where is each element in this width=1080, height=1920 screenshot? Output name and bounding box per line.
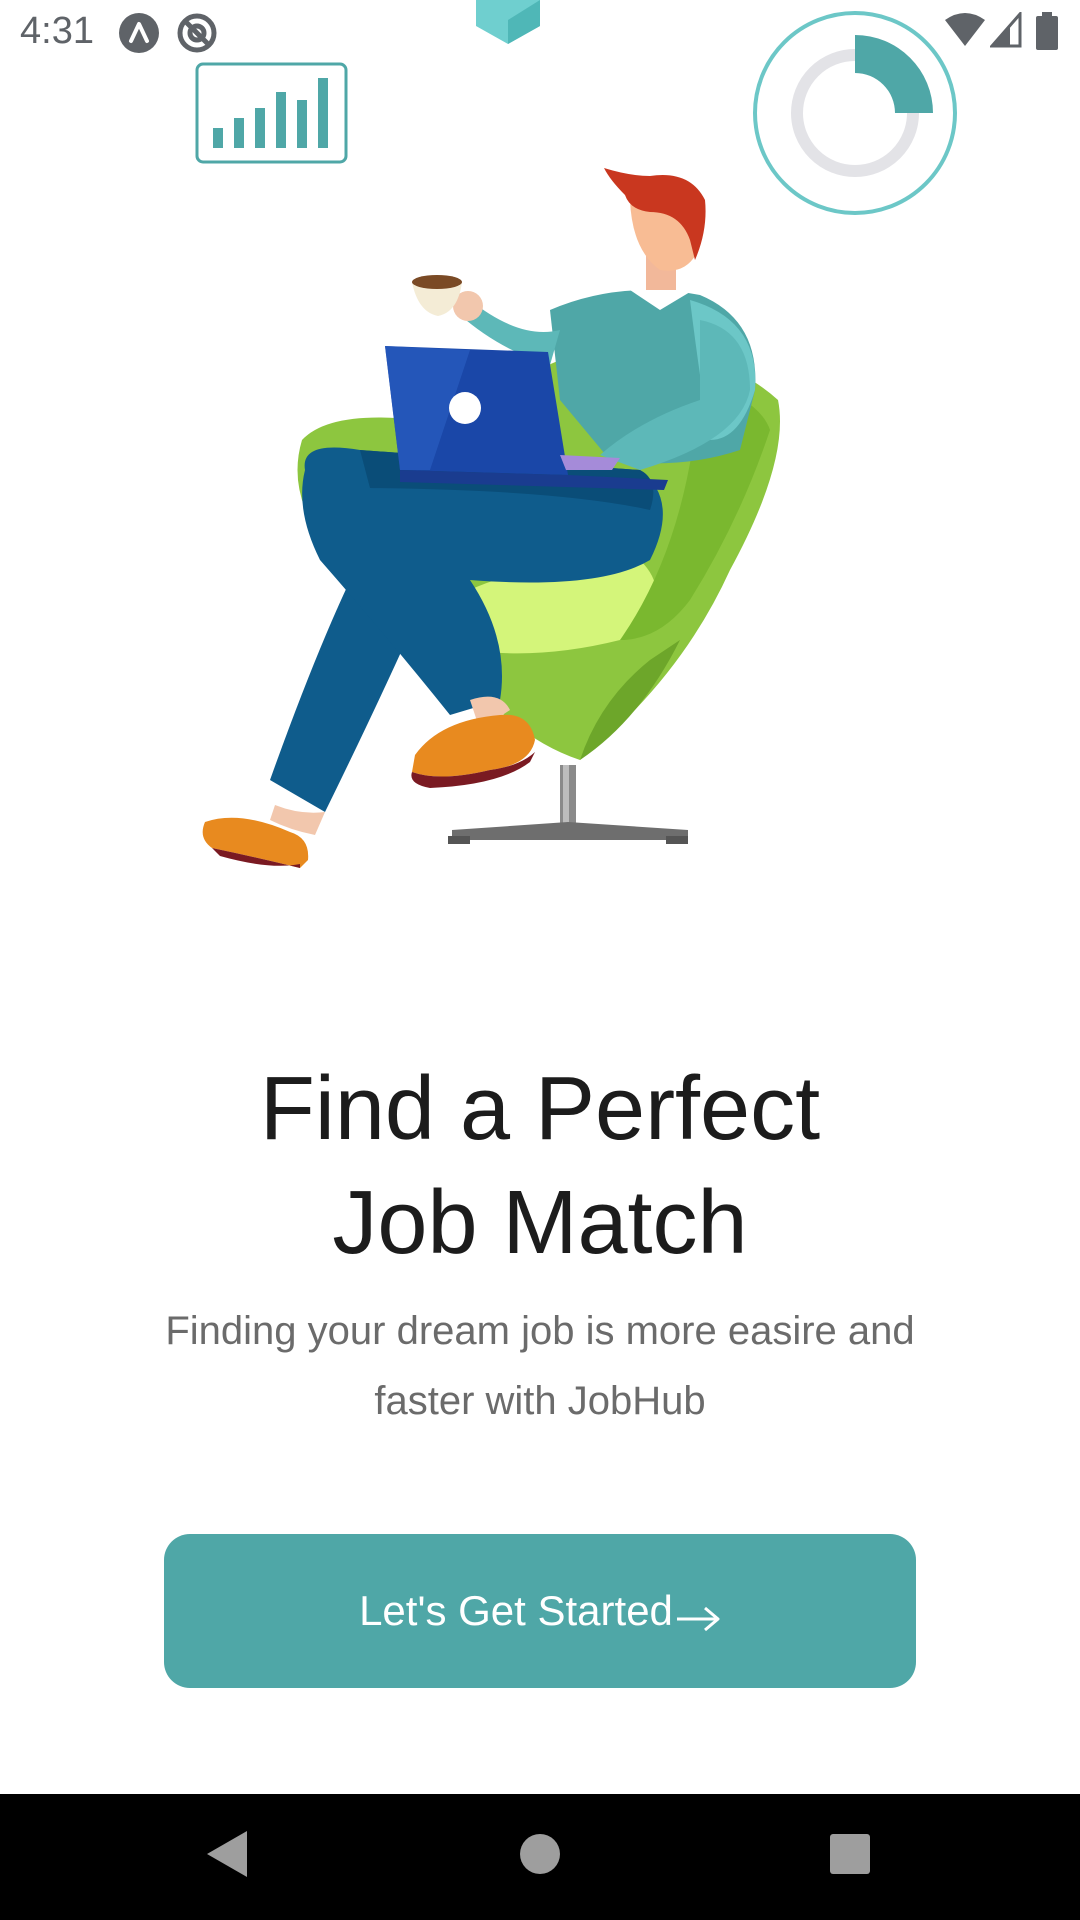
- arrow-right-icon: [675, 1596, 721, 1632]
- system-nav-bar: [0, 1794, 1080, 1920]
- recents-icon[interactable]: [820, 1824, 880, 1884]
- bar-chart-card: [195, 62, 348, 164]
- cube-decoration: [476, 0, 540, 44]
- get-started-label: Let's Get Started: [359, 1587, 673, 1634]
- progress-ring-decoration: [753, 11, 957, 215]
- headline-line-1: Find a Perfect: [259, 1059, 821, 1159]
- hero-illustration: [0, 0, 1080, 900]
- get-started-button[interactable]: Let's Get Started: [164, 1534, 916, 1688]
- headline-line-2: Job Match: [332, 1173, 748, 1273]
- onboarding-screen: 4:31 Find a Perfect Job Match Finding yo…: [0, 0, 1080, 1920]
- head: [604, 168, 706, 290]
- onboarding-subtitle: Finding your dream job is more easire an…: [165, 1309, 915, 1423]
- back-icon[interactable]: [196, 1824, 256, 1884]
- home-icon[interactable]: [510, 1824, 570, 1884]
- onboarding-headline: Find a Perfect Job Match: [0, 1052, 1080, 1280]
